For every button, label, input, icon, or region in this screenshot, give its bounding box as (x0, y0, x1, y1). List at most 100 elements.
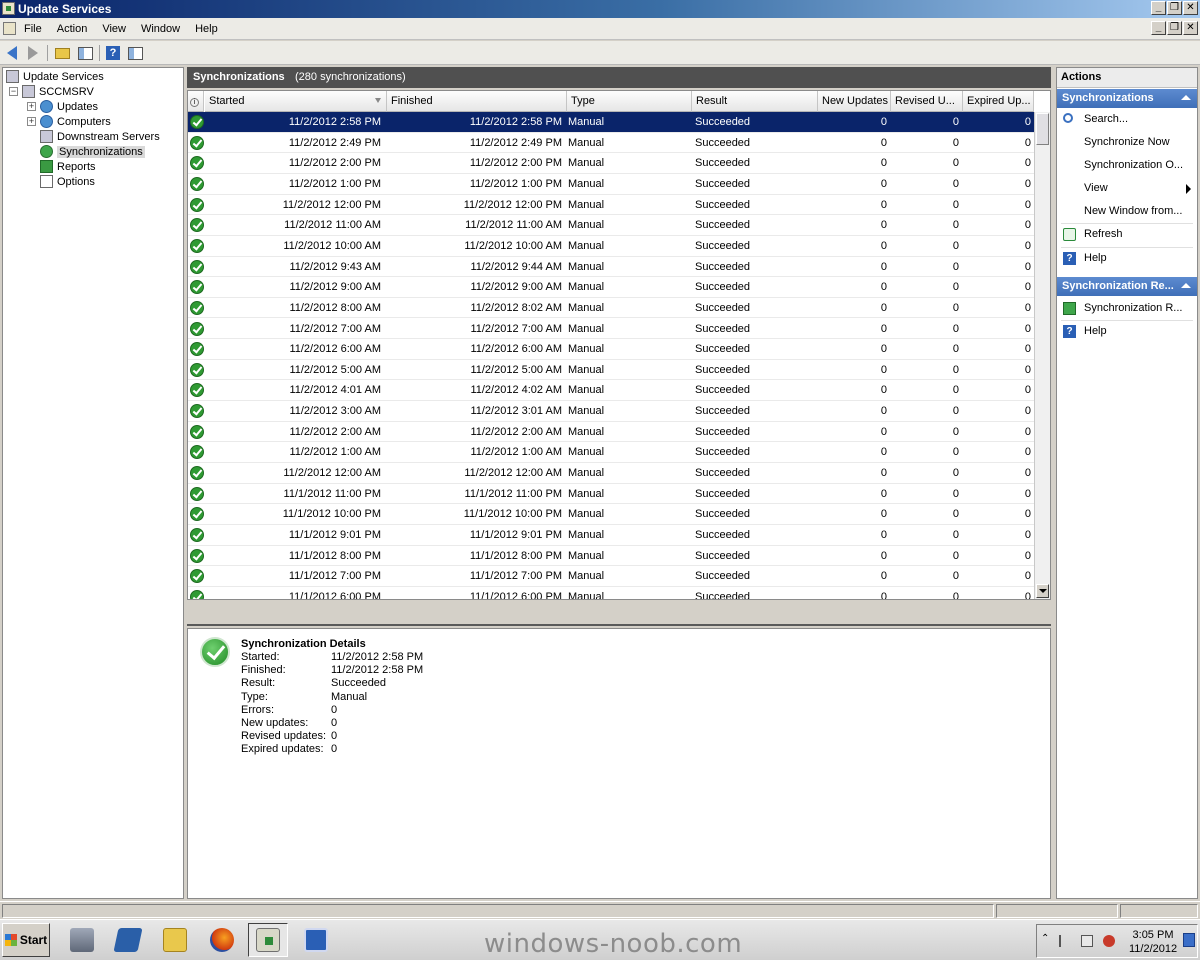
pane-splitter[interactable] (187, 600, 1051, 626)
collapse-icon[interactable]: − (9, 87, 18, 96)
action-synchronize-now[interactable]: Synchronize Now (1057, 132, 1197, 153)
action-label: Help (1084, 325, 1107, 337)
table-row[interactable]: 11/2/2012 9:00 AM 11/2/2012 9:00 AM Manual… (188, 277, 1034, 298)
expand-icon[interactable]: + (27, 102, 36, 111)
close-button[interactable]: ✕ (1183, 1, 1198, 15)
action-help[interactable]: ? Help (1057, 248, 1197, 269)
tree-server[interactable]: − SCCMSRV (9, 84, 94, 99)
start-button[interactable]: Start (2, 923, 50, 957)
action-group-2[interactable]: Synchronization Re... (1057, 277, 1197, 296)
forward-button[interactable] (24, 44, 42, 62)
table-row[interactable]: 11/2/2012 3:00 AM 11/2/2012 3:01 AM Manual… (188, 401, 1034, 422)
table-row[interactable]: 11/2/2012 8:00 AM 11/2/2012 8:02 AM Manual… (188, 298, 1034, 319)
table-row[interactable]: 11/2/2012 4:01 AM 11/2/2012 4:02 AM Manual… (188, 380, 1034, 402)
clock-date: 11/2/2012 (1129, 943, 1178, 955)
menu-file[interactable]: File (24, 23, 42, 35)
taskbar-explorer[interactable] (155, 923, 195, 957)
menu-help[interactable]: Help (195, 23, 218, 35)
tree-root[interactable]: Update Services (6, 69, 104, 84)
table-row[interactable]: 11/1/2012 8:00 PM 11/1/2012 8:00 PM Manual… (188, 546, 1034, 567)
table-row[interactable]: 11/1/2012 6:00 PM 11/1/2012 6:00 PM Manual… (188, 587, 1034, 599)
table-row[interactable]: 11/2/2012 2:00 AM 11/2/2012 2:00 AM Manual… (188, 422, 1034, 443)
table-row[interactable]: 11/2/2012 2:49 PM 11/2/2012 2:49 PM Manual… (188, 133, 1034, 154)
cell-finished: 11/2/2012 12:00 AM (464, 467, 562, 480)
child-restore-button[interactable]: ❐ (1167, 21, 1182, 35)
child-close-button[interactable]: ✕ (1183, 21, 1198, 35)
column-header-5[interactable]: New Updates (818, 91, 891, 112)
volume-muted-icon[interactable] (1103, 935, 1115, 947)
table-row[interactable]: 11/2/2012 10:00 AM 11/2/2012 10:00 AM Manu… (188, 236, 1034, 257)
taskbar-server-manager[interactable] (62, 923, 102, 957)
show-hide-action-pane-button[interactable] (126, 44, 144, 62)
table-row[interactable]: 11/2/2012 12:00 AM 11/2/2012 12:00 AM Manu… (188, 463, 1034, 484)
table-row[interactable]: 11/2/2012 6:00 AM 11/2/2012 6:00 AM Manual… (188, 339, 1034, 360)
expand-icon[interactable]: + (27, 117, 36, 126)
action-synchronization-o[interactable]: Synchronization O... (1057, 155, 1197, 176)
scroll-down-button[interactable] (1036, 584, 1049, 598)
table-row[interactable]: 11/2/2012 9:43 AM 11/2/2012 9:44 AM Manual… (188, 257, 1034, 278)
clock[interactable]: 3:05 PM 11/2/2012 (1129, 928, 1177, 956)
help-button[interactable]: ? (104, 44, 122, 62)
menu-action[interactable]: Action (57, 23, 88, 35)
cell-revised: 0 (952, 549, 959, 562)
action-synchronization-r[interactable]: Synchronization R... (1057, 298, 1197, 319)
scrollbar-thumb[interactable] (1036, 113, 1049, 145)
column-header-4[interactable]: Result (692, 91, 818, 112)
taskbar-update-services[interactable] (248, 923, 288, 957)
console-icon[interactable] (3, 22, 16, 35)
action-view[interactable]: View (1057, 178, 1197, 199)
column-header-6[interactable]: Revised U... (891, 91, 963, 112)
table-row[interactable]: 11/2/2012 2:58 PM 11/2/2012 2:58 PM Manual… (188, 112, 1034, 133)
back-button[interactable] (3, 44, 21, 62)
menu-view[interactable]: View (102, 23, 126, 35)
collapse-caret-icon[interactable] (1181, 283, 1191, 288)
show-desktop-icon[interactable] (1183, 933, 1195, 947)
column-header-2[interactable]: Finished (387, 91, 567, 112)
network-icon[interactable] (1081, 935, 1093, 947)
tree-item-computers[interactable]: + Computers (27, 114, 111, 129)
column-header-3[interactable]: Type (567, 91, 692, 112)
tree-item-updates[interactable]: + Updates (27, 99, 98, 114)
tree-item-downstream-servers[interactable]: Downstream Servers (40, 129, 160, 144)
action-label: Refresh (1084, 228, 1123, 240)
table-row[interactable]: 11/2/2012 11:00 AM 11/2/2012 11:00 AM Manu… (188, 215, 1034, 236)
action-refresh[interactable]: Refresh (1057, 224, 1197, 245)
action-center-flag-icon[interactable] (1059, 935, 1071, 947)
column-header-1[interactable]: Started (205, 91, 387, 112)
minimize-button[interactable]: _ (1151, 1, 1166, 15)
tree-item-options[interactable]: Options (40, 174, 95, 189)
action-new-window-from[interactable]: New Window from... (1057, 201, 1197, 222)
table-row[interactable]: 11/1/2012 7:00 PM 11/1/2012 7:00 PM Manual… (188, 566, 1034, 587)
table-row[interactable]: 11/1/2012 9:01 PM 11/1/2012 9:01 PM Manual… (188, 525, 1034, 546)
table-row[interactable]: 11/2/2012 1:00 AM 11/2/2012 1:00 AM Manual… (188, 442, 1034, 464)
restore-button[interactable]: ❐ (1167, 1, 1182, 15)
menu-window[interactable]: Window (141, 23, 180, 35)
child-minimize-button[interactable]: _ (1151, 21, 1166, 35)
table-row[interactable]: 11/2/2012 2:00 PM 11/2/2012 2:00 PM Manual… (188, 153, 1034, 174)
action-search[interactable]: Search... (1057, 109, 1197, 130)
tree-item-synchronizations[interactable]: Synchronizations (40, 144, 145, 159)
cell-revised: 0 (952, 570, 959, 583)
show-hidden-icons-icon[interactable]: ⌃ (1041, 933, 1053, 945)
table-row[interactable]: 11/2/2012 12:00 PM 11/2/2012 12:00 PM Manu… (188, 195, 1034, 216)
table-row[interactable]: 11/1/2012 11:00 PM 11/1/2012 11:00 PM Manu… (188, 484, 1034, 505)
show-hide-tree-button[interactable] (76, 44, 94, 62)
tree-item-reports[interactable]: Reports (40, 159, 96, 174)
column-header-7[interactable]: Expired Up... (963, 91, 1034, 112)
taskbar-powershell[interactable] (108, 923, 148, 957)
taskbar-mmc[interactable] (296, 923, 336, 957)
cell-revised: 0 (952, 260, 959, 273)
action-group-1[interactable]: Synchronizations (1057, 89, 1197, 108)
taskbar-firefox[interactable] (202, 923, 242, 957)
table-row[interactable]: 11/2/2012 1:00 PM 11/2/2012 1:00 PM Manual… (188, 174, 1034, 195)
cell-type: Manual (568, 116, 605, 128)
vertical-scrollbar[interactable] (1034, 112, 1050, 599)
up-one-level-button[interactable] (53, 44, 71, 62)
status-column-header[interactable]: i (188, 91, 204, 112)
table-row[interactable]: 11/2/2012 7:00 AM 11/2/2012 7:00 AM Manual… (188, 319, 1034, 340)
cell-new: 0 (880, 467, 887, 480)
collapse-caret-icon[interactable] (1181, 95, 1191, 100)
table-row[interactable]: 11/1/2012 10:00 PM 11/1/2012 10:00 PM Manu… (188, 504, 1034, 525)
action-help[interactable]: ? Help (1057, 321, 1197, 342)
table-row[interactable]: 11/2/2012 5:00 AM 11/2/2012 5:00 AM Manual… (188, 360, 1034, 381)
